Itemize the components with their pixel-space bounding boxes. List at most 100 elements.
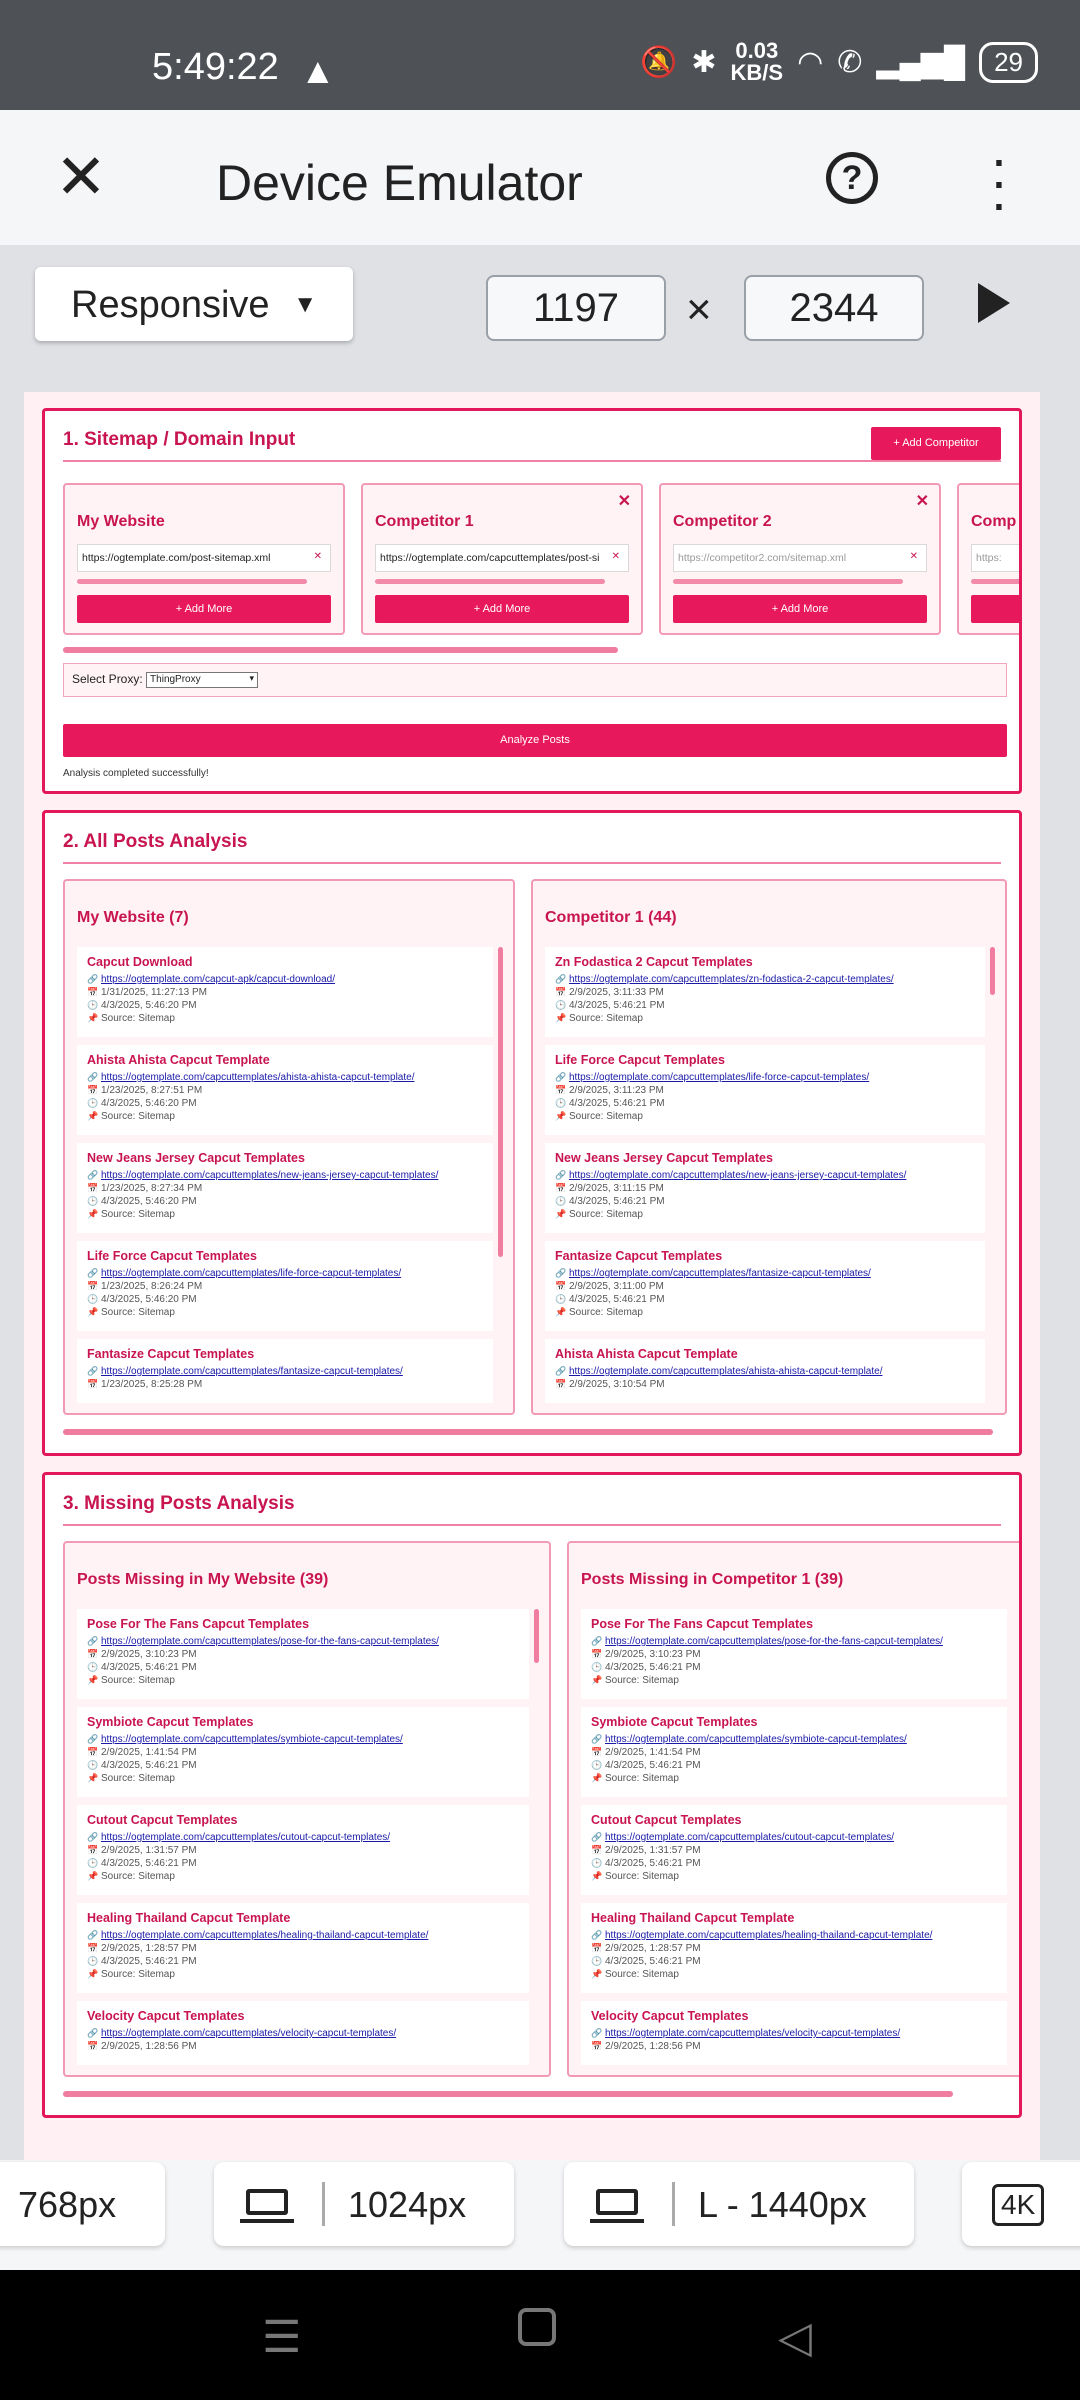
input-scrollbar[interactable] [77,579,307,584]
post-link[interactable]: 🔗 https://ogtemplate.com/capcut-apk/capcu… [87,973,483,986]
cards-scrollbar[interactable] [63,647,618,653]
pin-icon: 📌 [591,1969,603,1979]
vertical-scrollbar[interactable] [990,947,995,995]
clear-icon[interactable]: ✕ [612,551,620,562]
site-card-my-website: My Website https://ogtemplate.com/post-s… [63,483,345,635]
clear-icon[interactable]: ✕ [314,551,322,562]
post-link[interactable]: 🔗 https://ogtemplate.com/capcuttemplates/… [591,1733,997,1746]
post-link[interactable]: 🔗 https://ogtemplate.com/capcuttemplates/… [591,2027,997,2040]
post-item: Velocity Capcut Templates 🔗 https://ogtemp… [581,2001,1007,2065]
columns-scrollbar[interactable] [63,2091,953,2097]
link-icon: 🔗 [555,1268,567,1278]
post-title: Life Force Capcut Templates [87,1249,257,1263]
preset-1024-tab[interactable]: 1024px [214,2162,514,2246]
published-date: 📅 2/9/2025, 1:41:54 PM [591,1747,701,1758]
width-input[interactable]: 1197 [486,275,666,341]
posts-list[interactable]: Pose For The Fans Capcut Templates 🔗 https… [581,1609,1007,2065]
post-link[interactable]: 🔗 https://ogtemplate.com/capcuttemplates/… [591,1635,997,1648]
home-icon[interactable] [518,2308,556,2346]
post-link[interactable]: 🔗 https://ogtemplate.com/capcuttemplates/… [87,1929,519,1942]
back-icon[interactable]: ◁ [778,2312,812,2363]
published-date: 📅 1/23/2025, 8:27:51 PM [87,1085,203,1096]
more-options-icon[interactable]: · · · [984,131,1014,231]
all-posts-panel: 2. All Posts Analysis My Website (7) Cap… [42,810,1022,1456]
post-link[interactable]: 🔗 https://ogtemplate.com/capcuttemplates/… [555,1267,975,1280]
missing-column-competitor-1: Posts Missing in Competitor 1 (39) Pose … [567,1541,1019,2077]
post-link[interactable]: 🔗 https://ogtemplate.com/capcuttemplates/… [87,1365,483,1378]
posts-list[interactable]: Zn Fodastica 2 Capcut Templates 🔗 https://… [545,947,985,1403]
post-link[interactable]: 🔗 https://ogtemplate.com/capcuttemplates/… [555,1071,975,1084]
preset-4k-tab[interactable]: 4K [962,2162,1080,2246]
post-source: 📌 Source: Sitemap [87,1013,175,1024]
emulated-page[interactable]: 1. Sitemap / Domain Input + Add Competit… [24,392,1040,2160]
post-link[interactable]: 🔗 https://ogtemplate.com/capcuttemplates/… [591,1929,997,1942]
post-source: 📌 Source: Sitemap [591,1969,679,1980]
post-item: Pose For The Fans Capcut Templates 🔗 https… [77,1609,529,1699]
link-icon: 🔗 [87,1636,99,1646]
pin-icon: 📌 [87,1871,99,1881]
columns-scrollbar[interactable] [63,1429,993,1435]
recent-apps-icon[interactable]: ☰ [262,2312,301,2363]
link-icon: 🔗 [591,1734,603,1744]
column-title: Competitor 1 (44) [545,909,677,926]
preset-768-tab[interactable]: 768px [0,2162,165,2246]
calendar-icon: 📅 [591,1649,603,1659]
clear-icon[interactable]: ✕ [910,551,918,562]
add-more-button[interactable] [971,595,1019,623]
posts-list[interactable]: Pose For The Fans Capcut Templates 🔗 https… [77,1609,529,2065]
sitemap-url-input[interactable]: https://ogtemplate.com/capcuttemplates/p… [375,544,629,572]
vertical-scrollbar[interactable] [534,1609,539,1663]
help-icon[interactable]: ? [826,152,878,204]
remove-card-icon[interactable]: ✕ [618,491,631,511]
close-icon[interactable]: ✕ [55,147,107,209]
post-link[interactable]: 🔗 https://ogtemplate.com/capcuttemplates/… [555,1365,975,1378]
post-item: Ahista Ahista Capcut Template 🔗 https://og… [545,1339,985,1403]
signal-icon: ▂▄▆█ [876,45,966,79]
checked-date: 🕒 4/3/2025, 5:46:21 PM [555,1000,665,1011]
vertical-scrollbar[interactable] [498,947,503,1257]
input-scrollbar[interactable] [971,579,1019,584]
analyze-posts-button[interactable]: Analyze Posts [63,724,1007,757]
sitemap-url-input[interactable]: https: [971,544,1019,572]
post-link[interactable]: 🔗 https://ogtemplate.com/capcuttemplates/… [87,1831,519,1844]
add-more-button[interactable]: + Add More [375,595,629,623]
add-more-button[interactable]: + Add More [77,595,331,623]
preset-1440-tab[interactable]: L - 1440px [564,2162,914,2246]
remove-card-icon[interactable]: ✕ [916,491,929,511]
post-title: Velocity Capcut Templates [591,2009,749,2023]
input-scrollbar[interactable] [673,579,903,584]
post-link[interactable]: 🔗 https://ogtemplate.com/capcuttemplates/… [87,2027,519,2040]
post-item: Ahista Ahista Capcut Template 🔗 https://og… [77,1045,493,1135]
sitemap-url-input[interactable]: https://ogtemplate.com/post-sitemap.xml ✕ [77,544,331,572]
add-competitor-button[interactable]: + Add Competitor [871,427,1001,460]
post-link[interactable]: 🔗 https://ogtemplate.com/capcuttemplates/… [87,1071,483,1084]
calendar-icon: 📅 [87,987,99,997]
input-scrollbar[interactable] [375,579,605,584]
posts-list[interactable]: Capcut Download 🔗 https://ogtemplate.com/c… [77,947,493,1403]
post-link[interactable]: 🔗 https://ogtemplate.com/capcuttemplates/… [555,1169,975,1182]
section-title: 3. Missing Posts Analysis [63,1493,295,1514]
checked-date: 🕒 4/3/2025, 5:46:20 PM [87,1000,197,1011]
post-link[interactable]: 🔗 https://ogtemplate.com/capcuttemplates/… [87,1169,483,1182]
published-date: 📅 2/9/2025, 1:31:57 PM [591,1845,701,1856]
post-item: Zn Fodastica 2 Capcut Templates 🔗 https://… [545,947,985,1037]
posts-column-my-website: My Website (7) Capcut Download 🔗 https://o… [63,879,515,1415]
post-title: Pose For The Fans Capcut Templates [591,1617,814,1631]
proxy-select[interactable]: ThingProxy ▾ [146,672,259,688]
play-icon[interactable] [978,283,1010,323]
post-link[interactable]: 🔗 https://ogtemplate.com/capcuttemplates/… [591,1831,997,1844]
post-link[interactable]: 🔗 https://ogtemplate.com/capcuttemplates/… [555,973,975,986]
post-link[interactable]: 🔗 https://ogtemplate.com/capcuttemplates/… [87,1267,483,1280]
device-mode-dropdown[interactable]: Responsive ▼ [35,267,353,341]
post-link[interactable]: 🔗 https://ogtemplate.com/capcuttemplates/… [87,1733,519,1746]
published-date: 📅 2/9/2025, 3:11:15 PM [555,1183,664,1194]
checked-date: 🕒 4/3/2025, 5:46:21 PM [591,1858,701,1869]
calendar-icon: 📅 [87,1649,99,1659]
wifi-calling-icon: ✆ [837,45,863,79]
add-more-button[interactable]: + Add More [673,595,927,623]
sitemap-url-input[interactable]: https://competitor2.com/sitemap.xml ✕ [673,544,927,572]
height-input[interactable]: 2344 [744,275,924,341]
card-title: Competitor 2 [673,513,772,530]
post-link[interactable]: 🔗 https://ogtemplate.com/capcuttemplates/… [87,1635,519,1648]
divider [63,1524,1001,1526]
